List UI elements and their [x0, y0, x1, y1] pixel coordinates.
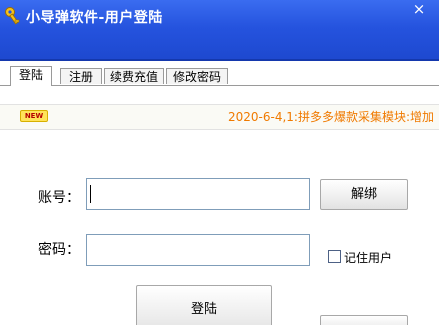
password-field-box[interactable] — [86, 234, 310, 266]
account-field-box[interactable] — [86, 178, 310, 210]
secondary-button[interactable] — [320, 315, 408, 325]
account-input[interactable] — [87, 179, 309, 209]
account-label: 账号： — [38, 190, 80, 206]
new-badge: NEW — [20, 110, 48, 122]
login-window: 小导弹软件-用户登陆 × 登陆 注册 续费充值 修改密码 NEW 2020-6-… — [0, 0, 439, 325]
password-input[interactable] — [87, 235, 309, 265]
window-title: 小导弹软件-用户登陆 — [26, 10, 163, 26]
title-bar[interactable]: 小导弹软件-用户登陆 × — [0, 0, 439, 61]
text-caret — [90, 185, 91, 203]
unbind-button[interactable]: 解绑 — [320, 179, 408, 210]
key-icon — [5, 7, 20, 25]
remember-checkbox[interactable] — [328, 250, 341, 263]
tab-change-password[interactable]: 修改密码 — [166, 68, 228, 84]
login-button[interactable]: 登陆 — [136, 285, 272, 325]
notice-bar: NEW 2020-6-4,1:拼多多爆款采集模块:增加 — [0, 104, 439, 130]
tab-register[interactable]: 注册 — [60, 68, 102, 84]
tab-login[interactable]: 登陆 — [10, 66, 52, 86]
tab-recharge[interactable]: 续费充值 — [104, 68, 164, 84]
notice-text: 2020-6-4,1:拼多多爆款采集模块:增加 — [228, 110, 435, 124]
remember-label[interactable]: 记住用户 — [344, 249, 392, 266]
close-button[interactable]: × — [405, 0, 433, 20]
login-panel: NEW 2020-6-4,1:拼多多爆款采集模块:增加 账号： 解绑 密码： 记… — [0, 86, 439, 325]
password-label: 密码： — [38, 242, 80, 258]
